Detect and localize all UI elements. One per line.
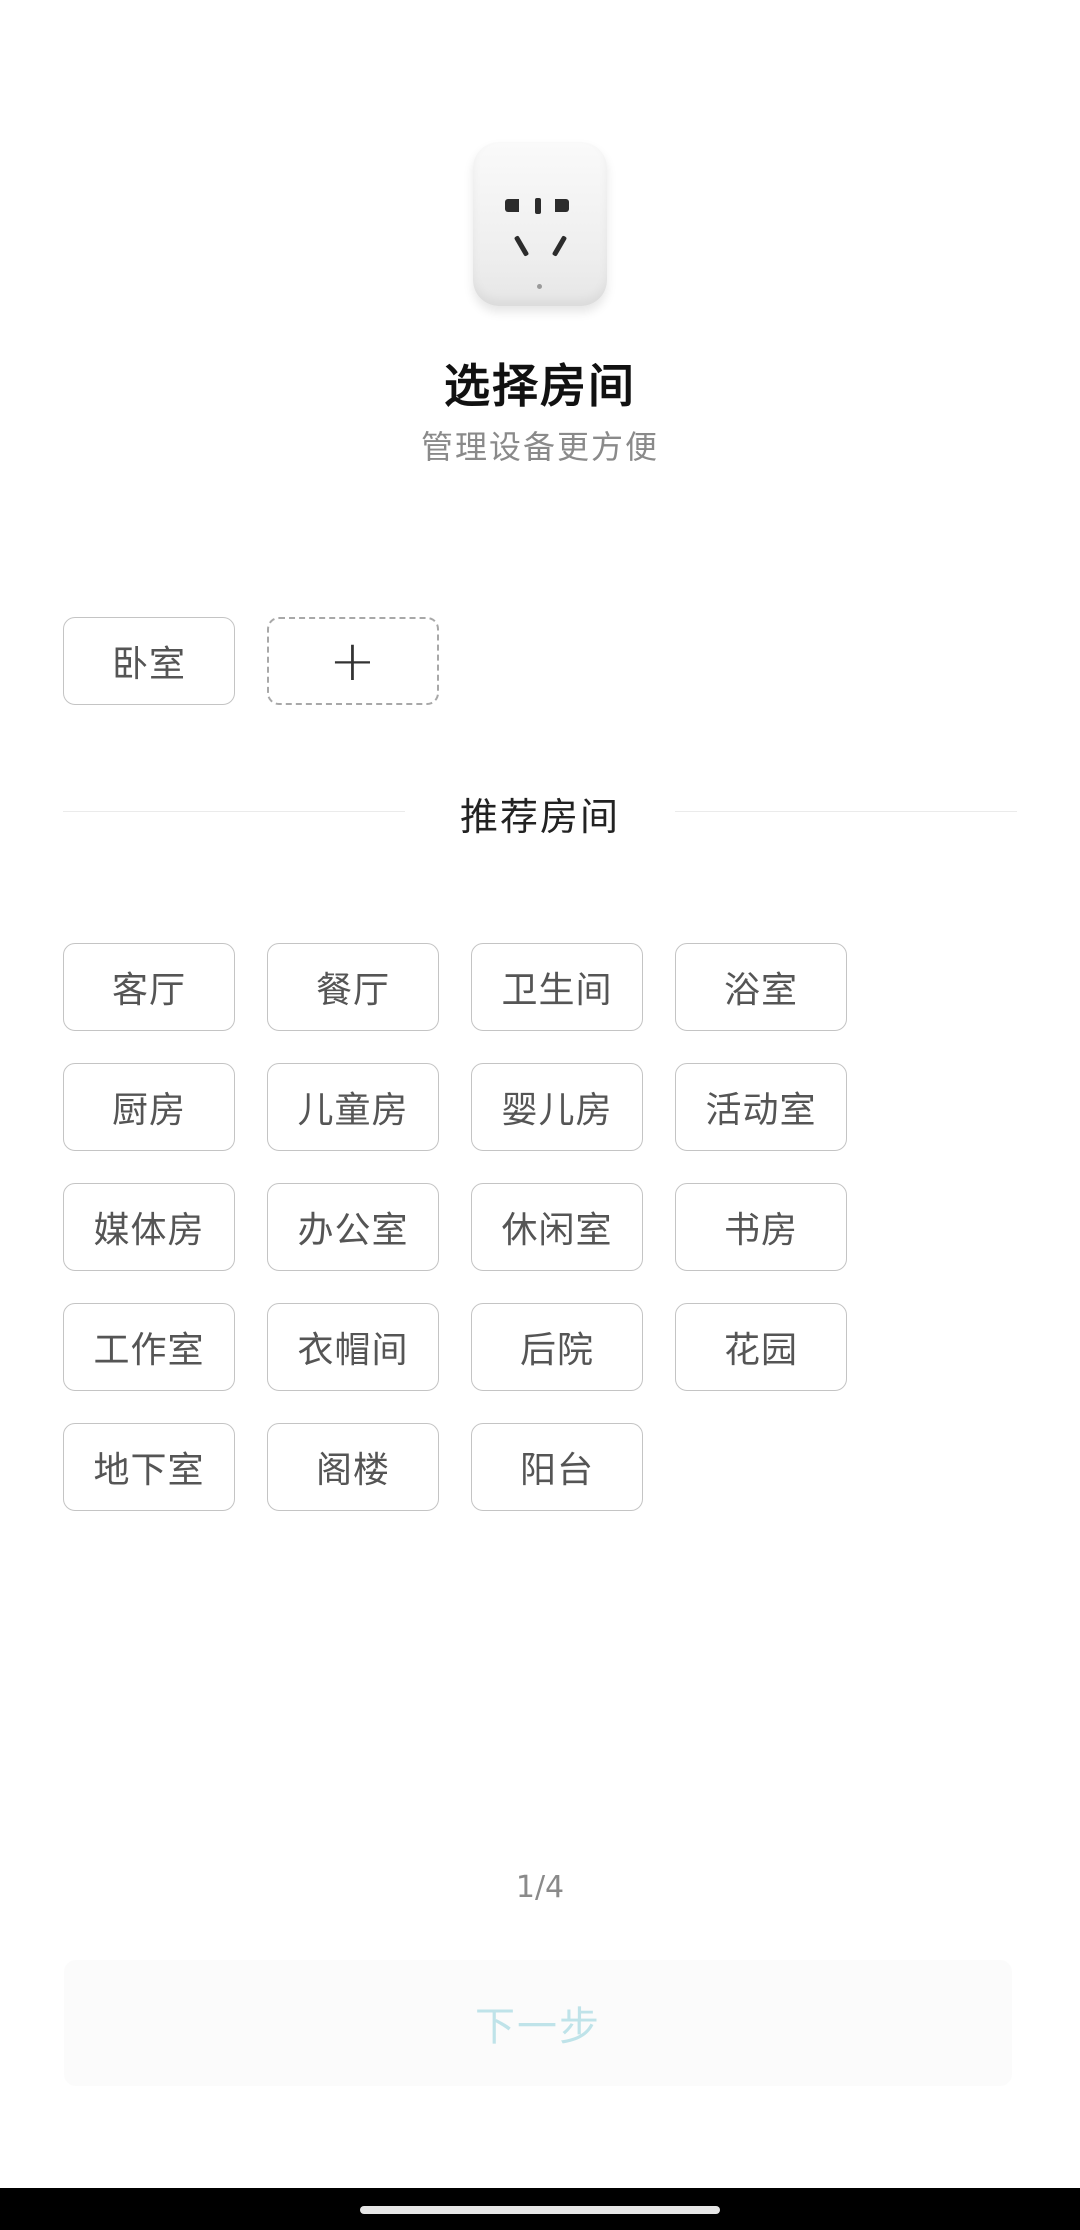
recommended-room-chip[interactable]: 厨房 xyxy=(63,1063,235,1151)
socket-hole-left xyxy=(505,199,519,212)
indicator-light xyxy=(537,284,542,289)
recommended-room-chip[interactable]: 卫生间 xyxy=(471,943,643,1031)
socket-hole-lower-left xyxy=(513,235,530,257)
socket-hole-lower-right xyxy=(551,235,568,257)
recommended-room-chip[interactable]: 阳台 xyxy=(471,1423,643,1511)
recommended-room-chip[interactable]: 浴室 xyxy=(675,943,847,1031)
recommended-room-chip[interactable]: 工作室 xyxy=(63,1303,235,1391)
page-indicator: 1/4 xyxy=(515,1870,565,1905)
divider-right xyxy=(675,811,1017,812)
room-chip-bedroom[interactable]: 卧室 xyxy=(63,617,235,705)
recommended-room-chip[interactable]: 后院 xyxy=(471,1303,643,1391)
recommended-room-chip[interactable]: 休闲室 xyxy=(471,1183,643,1271)
recommended-room-chip[interactable]: 书房 xyxy=(675,1183,847,1271)
page-subtitle: 管理设备更方便 xyxy=(420,428,659,466)
recommended-room-chip[interactable]: 餐厅 xyxy=(267,943,439,1031)
recommended-section-label: 推荐房间 xyxy=(459,795,620,839)
recommended-room-chip[interactable]: 衣帽间 xyxy=(267,1303,439,1391)
next-step-button[interactable]: 下一步 xyxy=(64,1960,1012,2086)
recommended-room-chip[interactable]: 媒体房 xyxy=(63,1183,235,1271)
plus-icon: + xyxy=(329,628,377,694)
socket-hole-right xyxy=(555,199,569,212)
recommended-room-chip[interactable]: 花园 xyxy=(675,1303,847,1391)
home-indicator[interactable] xyxy=(360,2206,720,2214)
recommended-room-chip[interactable]: 婴儿房 xyxy=(471,1063,643,1151)
page-title: 选择房间 xyxy=(444,359,636,413)
smart-plug-icon xyxy=(473,142,607,306)
add-room-button[interactable]: + xyxy=(267,617,439,705)
socket-hole-center xyxy=(535,198,541,214)
recommended-room-chip[interactable]: 阁楼 xyxy=(267,1423,439,1511)
recommended-room-chip[interactable]: 办公室 xyxy=(267,1183,439,1271)
recommended-room-chip[interactable]: 地下室 xyxy=(63,1423,235,1511)
recommended-room-chip[interactable]: 儿童房 xyxy=(267,1063,439,1151)
recommended-room-chip[interactable]: 活动室 xyxy=(675,1063,847,1151)
recommended-room-chip[interactable]: 客厅 xyxy=(63,943,235,1031)
